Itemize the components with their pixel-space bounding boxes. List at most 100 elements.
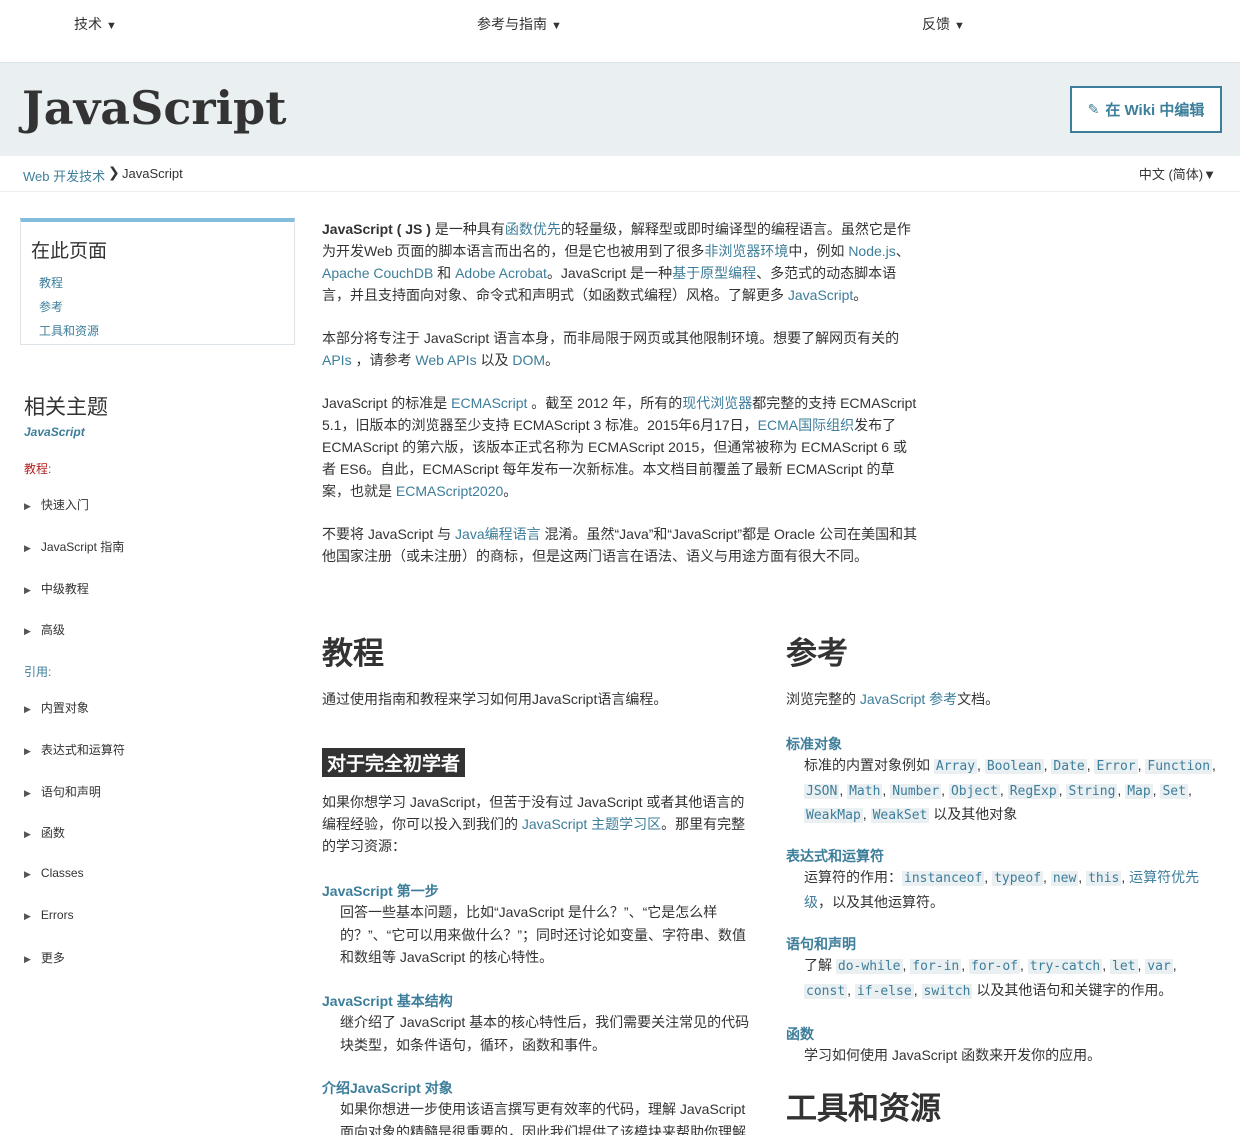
code-set[interactable]: Set [1160,784,1187,799]
about-javascript-link[interactable]: JavaScript [788,287,853,303]
expand-triangle-icon: ▶ [24,829,31,839]
apis-link[interactable]: APIs [322,352,352,368]
beginners-paragraph: 如果你想学习 JavaScript，但苦于没有过 JavaScript 或者其他… [322,791,754,857]
language-selector[interactable]: 中文 (简体)▼ [1139,164,1216,183]
pencil-icon: ✎ [1088,101,1100,118]
code-new[interactable]: new [1051,871,1078,886]
sidebar-item-builtins[interactable]: ▶内置对象 [24,699,89,716]
sidebar-item-label: 语句和声明 [41,785,101,799]
learning-area-link[interactable]: JavaScript 主题学习区 [522,816,661,832]
code-typeof[interactable]: typeof [992,871,1043,886]
separator: , [1043,869,1051,885]
nodejs-link[interactable]: Node.js [848,243,895,259]
prototype-based-link[interactable]: 基于原型编程 [672,265,756,281]
sidebar-item-intermediate[interactable]: ▶中级教程 [24,580,89,597]
code-error[interactable]: Error [1094,759,1137,774]
intro-paragraph-4: 不要将 JavaScript 与 Java编程语言 混淆。虽然“Java”和“J… [322,523,918,567]
intro-text: 。 [853,287,867,303]
code-boolean[interactable]: Boolean [985,759,1044,774]
code-var[interactable]: var [1145,959,1172,974]
stmt-text: 了解 [804,957,836,973]
toc-item-reference[interactable]: 参考 [39,298,63,315]
sidebar-item-operators[interactable]: ▶表达式和运算符 [24,741,125,758]
first-class-functions-link[interactable]: 函数优先 [505,221,561,237]
nav-technologies[interactable]: 技术▼ [74,14,117,34]
modern-browsers-link[interactable]: 现代浏览器 [682,395,752,411]
functions-link[interactable]: 函数 [786,1024,814,1044]
code-const[interactable]: const [804,984,847,999]
ecmascript2020-link[interactable]: ECMAScript2020 [396,483,503,499]
code-object[interactable]: Object [949,784,1000,799]
code-for-in[interactable]: for-in [910,959,961,974]
sidebar-item-guide[interactable]: ▶JavaScript 指南 [24,538,124,555]
code-instanceof[interactable]: instanceof [902,871,984,886]
acrobat-link[interactable]: Adobe Acrobat [455,265,547,281]
sidebar-item-statements[interactable]: ▶ 语句和声明 [24,783,101,800]
chevron-down-icon: ▼ [954,20,965,32]
code-switch[interactable]: switch [922,984,973,999]
complete-beginners-heading: 对于完全初学者 [322,748,465,777]
sidebar-item-label: Errors [41,908,74,922]
code-let[interactable]: let [1110,959,1137,974]
separator: , [941,782,949,798]
sidebar-item-classes[interactable]: ▶Classes [24,866,84,880]
code-map[interactable]: Map [1125,784,1152,799]
objects-intro-link[interactable]: 介绍JavaScript 对象 [322,1078,453,1098]
std-text: 以及其他对象 [929,806,1017,822]
code-weakmap[interactable]: WeakMap [804,808,863,823]
standard-objects-link[interactable]: 标准对象 [786,734,842,754]
code-regexp[interactable]: RegExp [1008,784,1059,799]
separator: , [1188,782,1192,798]
breadcrumb-parent-link[interactable]: Web 开发技术 [23,166,105,185]
ecmascript-link[interactable]: ECMAScript [451,395,527,411]
chevron-right-icon: ❯ [108,164,120,181]
non-browser-env-link[interactable]: 非浏览器环境 [704,243,788,259]
nav-feedback[interactable]: 反馈▼ [922,14,965,34]
intro-text: 。 [503,483,517,499]
building-blocks-link[interactable]: JavaScript 基本结构 [322,991,453,1011]
dom-link[interactable]: DOM [512,352,545,368]
first-steps-link[interactable]: JavaScript 第一步 [322,881,439,901]
java-language-link[interactable]: Java编程语言 [455,526,541,542]
code-array[interactable]: Array [934,759,977,774]
code-date[interactable]: Date [1051,759,1086,774]
standard-objects-desc: 标准的内置对象例如 Array, Boolean, Date, Error, F… [804,754,1224,828]
toc-item-tutorials[interactable]: 教程 [39,274,63,291]
edit-in-wiki-button[interactable]: ✎ 在 Wiki 中编辑 [1070,86,1222,133]
expand-triangle-icon: ▶ [24,585,31,595]
sidebar-item-more[interactable]: ▶更多 [24,949,65,966]
code-json[interactable]: JSON [804,784,839,799]
code-for-of[interactable]: for-of [969,959,1020,974]
sidebar-item-errors[interactable]: ▶Errors [24,908,74,922]
toc-item-tools[interactable]: 工具和资源 [39,322,99,339]
std-text: 标准的内置对象例如 [804,757,934,773]
code-string[interactable]: String [1066,784,1117,799]
web-apis-link[interactable]: Web APIs [415,352,476,368]
ecma-international-link[interactable]: ECMA国际组织 [758,417,854,433]
code-do-while[interactable]: do-while [836,959,903,974]
stmt-text: 以及其他语句和关键字的作用。 [972,982,1172,998]
intro-text: 不要将 JavaScript 与 [322,526,455,542]
code-math[interactable]: Math [847,784,882,799]
sidebar-item-advanced[interactable]: ▶高级 [24,621,65,638]
breadcrumb: Web 开发技术 ❯ JavaScript 中文 (简体)▼ [0,156,1240,192]
related-topics-subtitle[interactable]: JavaScript [24,425,85,439]
code-number[interactable]: Number [890,784,941,799]
code-function[interactable]: Function [1145,759,1212,774]
sidebar-item-quickstart[interactable]: ▶快速入门 [24,496,89,513]
statements-link[interactable]: 语句和声明 [786,934,856,954]
expressions-operators-link[interactable]: 表达式和运算符 [786,846,884,866]
code-this[interactable]: this [1086,871,1121,886]
first-steps-desc: 回答一些基本问题，比如“JavaScript 是什么？”、“它是怎么样的？”、“… [340,901,754,969]
code-try-catch[interactable]: try-catch [1028,959,1102,974]
sidebar-item-functions[interactable]: ▶函数 [24,824,65,841]
nav-references-guides[interactable]: 参考与指南▼ [477,14,562,34]
code-if-else[interactable]: if-else [855,984,914,999]
code-weakset[interactable]: WeakSet [871,808,930,823]
building-blocks-desc: 继介绍了 JavaScript 基本的核心特性后，我们需要关注常见的代码块类型，… [340,1011,754,1056]
couchdb-link[interactable]: Apache CouchDB [322,265,433,281]
expand-triangle-icon: ▶ [24,788,31,798]
js-reference-link[interactable]: JavaScript 参考 [860,691,957,707]
intro-text: 中，例如 [788,243,848,259]
chevron-down-icon: ▼ [106,20,117,32]
